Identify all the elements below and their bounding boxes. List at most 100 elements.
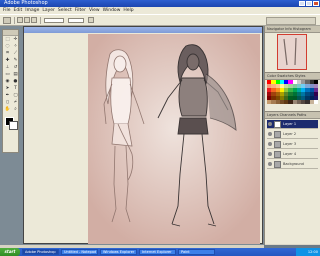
eyedropper-icon[interactable]: ⌿ (12, 100, 19, 106)
taskbar-button[interactable]: Adobe Photoshop (22, 249, 59, 255)
option-button[interactable] (17, 17, 23, 23)
slice-icon[interactable]: ⟋ (12, 51, 19, 57)
menu-edit[interactable]: Edit (14, 7, 23, 14)
menu-view[interactable]: View (89, 7, 100, 14)
tab-layers[interactable]: Layers (267, 112, 279, 118)
option-button[interactable] (88, 17, 94, 23)
menu-layer[interactable]: Layer (42, 7, 55, 14)
option-button[interactable] (24, 17, 30, 23)
option-field[interactable] (44, 18, 64, 23)
layer-thumbnail (274, 161, 281, 168)
pen-icon[interactable]: ✒ (4, 93, 11, 99)
tab-navigator[interactable]: Navigator (267, 26, 284, 32)
swatches-panel: Color Swatches Styles (265, 73, 320, 112)
eye-icon[interactable] (268, 142, 272, 146)
path-select-icon[interactable]: ➤ (4, 86, 11, 92)
brush-icon[interactable]: ✎ (12, 58, 19, 64)
menu-help[interactable]: Help (123, 7, 133, 14)
crop-icon[interactable]: ⌗ (4, 51, 11, 57)
tool-grid: ⬚ ✛ ◌ ✧ ⌗ ⟋ ✚ ✎ ⊥ ↺ ▭ ▤ ◉ ● ➤ T ✒ ▢ ▯ ⌿ ✋ ⌕ (3, 36, 18, 114)
options-bar (0, 14, 320, 26)
clock: 12:00 (307, 250, 318, 254)
window-title: Adobe Photoshop (4, 0, 48, 6)
navigator-thumbnail[interactable] (277, 34, 307, 70)
tab-paths[interactable]: Paths (297, 112, 307, 118)
document-title-bar (24, 27, 262, 33)
navigator-tabs: Navigator Info Histogram (265, 26, 320, 33)
layers-tabs: Layers Channels Paths (265, 112, 320, 119)
layer-row[interactable]: Layer 4 (267, 150, 318, 159)
separator (40, 17, 41, 24)
blur-icon[interactable]: ◉ (4, 79, 11, 85)
layer-row[interactable]: Layer 1 (267, 120, 318, 129)
layer-name: Layer 3 (283, 142, 297, 146)
toolbox: ⬚ ✛ ◌ ✧ ⌗ ⟋ ✚ ✎ ⊥ ↺ ▭ ▤ ◉ ● ➤ T ✒ ▢ ▯ ⌿ ✋ ⌕ (2, 29, 19, 153)
magic-wand-icon[interactable]: ✧ (12, 44, 19, 50)
panel-dock: Navigator Info Histogram Color Swatches … (264, 26, 320, 245)
swatch-grid (267, 80, 318, 108)
tab-channels[interactable]: Channels (280, 112, 296, 118)
start-button[interactable]: start (0, 248, 20, 256)
color-swatch[interactable] (313, 100, 318, 104)
history-brush-icon[interactable]: ↺ (12, 65, 19, 71)
navigator-panel: Navigator Info Histogram (265, 26, 320, 73)
window-controls (299, 1, 319, 6)
tab-swatches[interactable]: Swatches (277, 73, 294, 79)
menu-bar: File Edit Image Layer Select Filter View… (0, 7, 320, 14)
minimize-button[interactable] (299, 1, 305, 6)
lasso-icon[interactable]: ◌ (4, 44, 11, 50)
eye-icon[interactable] (268, 132, 272, 136)
palette-well[interactable] (266, 17, 316, 25)
maximize-button[interactable] (306, 1, 312, 6)
layers-panel: Layers Channels Paths Layer 1 Layer 2 Laye… (265, 112, 320, 244)
layer-row[interactable]: Background (267, 160, 318, 169)
eye-icon[interactable] (268, 152, 272, 156)
close-button[interactable] (313, 1, 319, 6)
zoom-icon[interactable]: ⌕ (12, 107, 19, 113)
healing-brush-icon[interactable]: ✚ (4, 58, 11, 64)
marquee-icon[interactable]: ⬚ (4, 37, 11, 43)
layer-name: Background (283, 162, 304, 166)
canvas[interactable] (88, 34, 260, 244)
type-icon[interactable]: T (12, 86, 19, 92)
menu-filter[interactable]: Filter (75, 7, 86, 14)
tab-styles[interactable]: Styles (295, 73, 306, 79)
layer-name: Layer 4 (283, 152, 297, 156)
option-button[interactable] (31, 17, 37, 23)
tool-preset-picker[interactable] (3, 17, 11, 24)
menu-file[interactable]: File (3, 7, 11, 14)
layer-name: Layer 1 (283, 122, 297, 126)
eye-icon[interactable] (268, 162, 272, 166)
color-picker (3, 116, 18, 130)
taskbar-button[interactable]: Internet Explorer (139, 249, 176, 255)
taskbar-button[interactable]: Paint (178, 249, 215, 255)
background-color-swatch[interactable] (9, 121, 18, 130)
tab-info[interactable]: Info (285, 26, 292, 32)
shape-icon[interactable]: ▢ (12, 93, 19, 99)
swatches-tabs: Color Swatches Styles (265, 73, 320, 80)
layer-thumbnail (274, 151, 281, 158)
tab-histogram[interactable]: Histogram (293, 26, 311, 32)
taskbar: start Adobe Photoshop Untitled - Notepad W… (0, 248, 320, 256)
menu-select[interactable]: Select (58, 7, 72, 14)
eraser-icon[interactable]: ▭ (4, 72, 11, 78)
layer-thumbnail (274, 121, 281, 128)
document-window (23, 26, 263, 244)
notes-icon[interactable]: ▯ (4, 100, 11, 106)
eye-icon[interactable] (268, 122, 272, 126)
menu-window[interactable]: Window (103, 7, 121, 14)
option-field[interactable] (68, 18, 84, 23)
clone-stamp-icon[interactable]: ⊥ (4, 65, 11, 71)
hand-icon[interactable]: ✋ (4, 107, 11, 113)
gradient-icon[interactable]: ▤ (12, 72, 19, 78)
layer-name: Layer 2 (283, 132, 297, 136)
separator (14, 17, 15, 24)
menu-image[interactable]: Image (25, 7, 39, 14)
taskbar-button[interactable]: Untitled - Notepad (61, 249, 98, 255)
move-icon[interactable]: ✛ (12, 37, 19, 43)
tab-color[interactable]: Color (267, 73, 276, 79)
dodge-icon[interactable]: ● (12, 79, 19, 85)
taskbar-button[interactable]: Windows Explorer (100, 249, 137, 255)
layer-row[interactable]: Layer 3 (267, 140, 318, 149)
layer-row[interactable]: Layer 2 (267, 130, 318, 139)
